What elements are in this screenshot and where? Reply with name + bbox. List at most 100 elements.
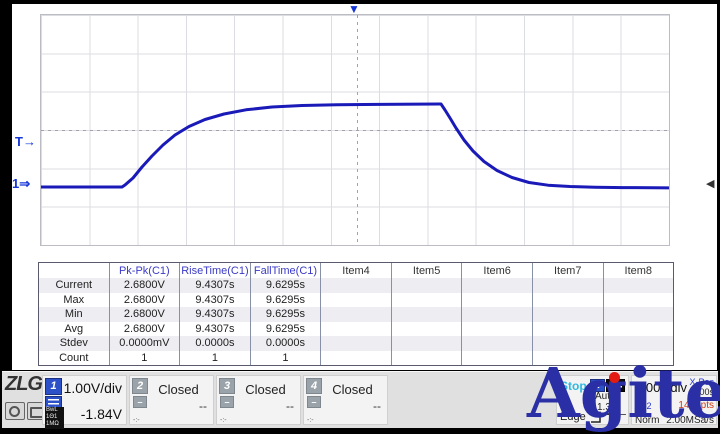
right-edge-marker-icon: ◀ [706, 178, 715, 190]
table-row: Avg 2.6800V 9.4307s 9.6295s [39, 321, 674, 336]
table-cell: 2.6800V [108, 292, 180, 307]
table-header-falltime[interactable]: FallTime(C1) [249, 263, 321, 278]
channel3-sub: -:- [220, 417, 227, 424]
table-row: Current 2.6800V 9.4307s 9.6295s [39, 278, 673, 293]
agitek-watermark: Agitek [527, 354, 720, 434]
table-cell [390, 307, 462, 322]
table-cell [320, 278, 391, 293]
table-cell [531, 292, 603, 307]
channel4-state: Closed [332, 382, 373, 397]
table-cell: 0.0000s [249, 336, 321, 351]
trigger-marker-label: T [15, 134, 23, 149]
channel2-block[interactable]: 2 Closed – -- -:- [129, 375, 214, 425]
waveform-plot [40, 14, 670, 246]
table-cell: 9.4307s [179, 307, 250, 322]
table-cell [390, 350, 462, 365]
table-cell: 9.6295s [249, 278, 321, 293]
table-cell [390, 292, 462, 307]
table-cell: 1 [249, 350, 321, 365]
zlg-logo: ZLG [5, 373, 42, 395]
touch-gesture-icon[interactable] [5, 402, 25, 420]
table-cell [320, 292, 391, 307]
channel1-scale: 1.00V/div [63, 380, 122, 396]
channel2-value: -- [199, 399, 207, 413]
table-cell [531, 278, 603, 293]
scope-display: ▼ T→ 1⇒ ◀ Pk-Pk(C1) RiseTime(C1) FallTim… [12, 2, 717, 370]
table-header-item6[interactable]: Item6 [461, 263, 532, 278]
table-cell [320, 350, 391, 365]
measurement-table: Pk-Pk(C1) RiseTime(C1) FallTime(C1) Item… [38, 262, 674, 366]
table-header-item8[interactable]: Item8 [602, 263, 674, 278]
table-header-risetime[interactable]: RiseTime(C1) [179, 263, 250, 278]
table-header-corner [39, 263, 109, 278]
channel1-probe-info: BwL 1Θ1 1MΩ [45, 407, 64, 429]
channel2-sub: -:- [133, 417, 140, 424]
channel1-offset-marker[interactable]: 1⇒ [12, 176, 30, 192]
channel3-coupling-icon: – [220, 396, 234, 408]
table-cell: 9.4307s [179, 321, 250, 336]
channel1-offset: -1.84V [80, 406, 122, 422]
agitek-logo-dot-icon [609, 372, 620, 383]
row-label: Stdev [59, 337, 88, 350]
row-label: Min [64, 308, 83, 321]
channel1-block[interactable]: 1 1.00V/div BwL 1Θ1 1MΩ -1.84V [42, 375, 127, 429]
channel1-marker-arrow-icon: ⇒ [19, 176, 31, 191]
table-cell: 1 [179, 350, 250, 365]
row-label: Count [59, 351, 89, 364]
table-cell [602, 292, 674, 307]
table-cell: 2.6800V [108, 278, 180, 293]
table-cell [531, 307, 603, 322]
table-cell [461, 321, 532, 336]
table-header-item7[interactable]: Item7 [531, 263, 603, 278]
table-cell [531, 336, 603, 351]
table-cell: 1 [108, 350, 180, 365]
channel4-coupling-icon: – [307, 396, 321, 408]
channel2-state: Closed [158, 382, 199, 397]
table-cell [602, 307, 674, 322]
table-cell: 2.6800V [108, 307, 180, 322]
table-cell [461, 336, 532, 351]
table-cell [320, 336, 391, 351]
table-cell: 9.4307s [179, 278, 250, 293]
table-cell: 9.4307s [179, 292, 250, 307]
table-cell [602, 278, 674, 293]
table-cell: 0.0000s [179, 336, 250, 351]
table-header-row: Pk-Pk(C1) RiseTime(C1) FallTime(C1) Item… [39, 263, 673, 278]
channel4-value: -- [373, 399, 381, 413]
table-cell [602, 321, 674, 336]
row-label: Max [63, 293, 85, 306]
table-cell [461, 350, 532, 365]
channel2-coupling-icon: – [133, 396, 147, 408]
brand-area: ZLG® [5, 373, 48, 427]
table-cell [461, 278, 532, 293]
table-cell [390, 321, 462, 336]
table-header-item5[interactable]: Item5 [390, 263, 462, 278]
table-row: Max 2.6800V 9.4307s 9.6295s [39, 292, 674, 307]
table-cell [390, 278, 462, 293]
row-label: Avg [64, 322, 84, 335]
channel4-sub: -:- [307, 417, 314, 424]
channel1-badge[interactable]: 1 [45, 378, 62, 395]
table-cell: 9.6295s [249, 292, 321, 307]
trigger-level-marker[interactable]: T→ [15, 134, 36, 149]
table-cell [461, 292, 532, 307]
row-label: Current [55, 279, 93, 292]
channel3-block[interactable]: 3 Closed – -- -:- [216, 375, 301, 425]
table-row: Stdev 0.0000mV 0.0000s 0.0000s [39, 336, 673, 351]
table-cell [320, 307, 391, 322]
trigger-marker-arrow-icon: → [22, 134, 36, 149]
waveform-trace-c1 [41, 102, 669, 190]
table-header-item4[interactable]: Item4 [320, 263, 391, 278]
table-cell: 9.6295s [249, 321, 321, 336]
table-header-pkpk[interactable]: Pk-Pk(C1) [108, 263, 180, 278]
table-cell: 2.6800V [108, 321, 180, 336]
table-row: Min 2.6800V 9.4307s 9.6295s [39, 307, 673, 322]
channel3-value: -- [286, 399, 294, 413]
table-cell [602, 336, 674, 351]
table-cell: 0.0000mV [108, 336, 180, 351]
channel4-block[interactable]: 4 Closed – -- -:- [303, 375, 388, 425]
table-cell [390, 336, 462, 351]
table-cell [320, 321, 391, 336]
table-cell [531, 321, 603, 336]
table-cell [461, 307, 532, 322]
